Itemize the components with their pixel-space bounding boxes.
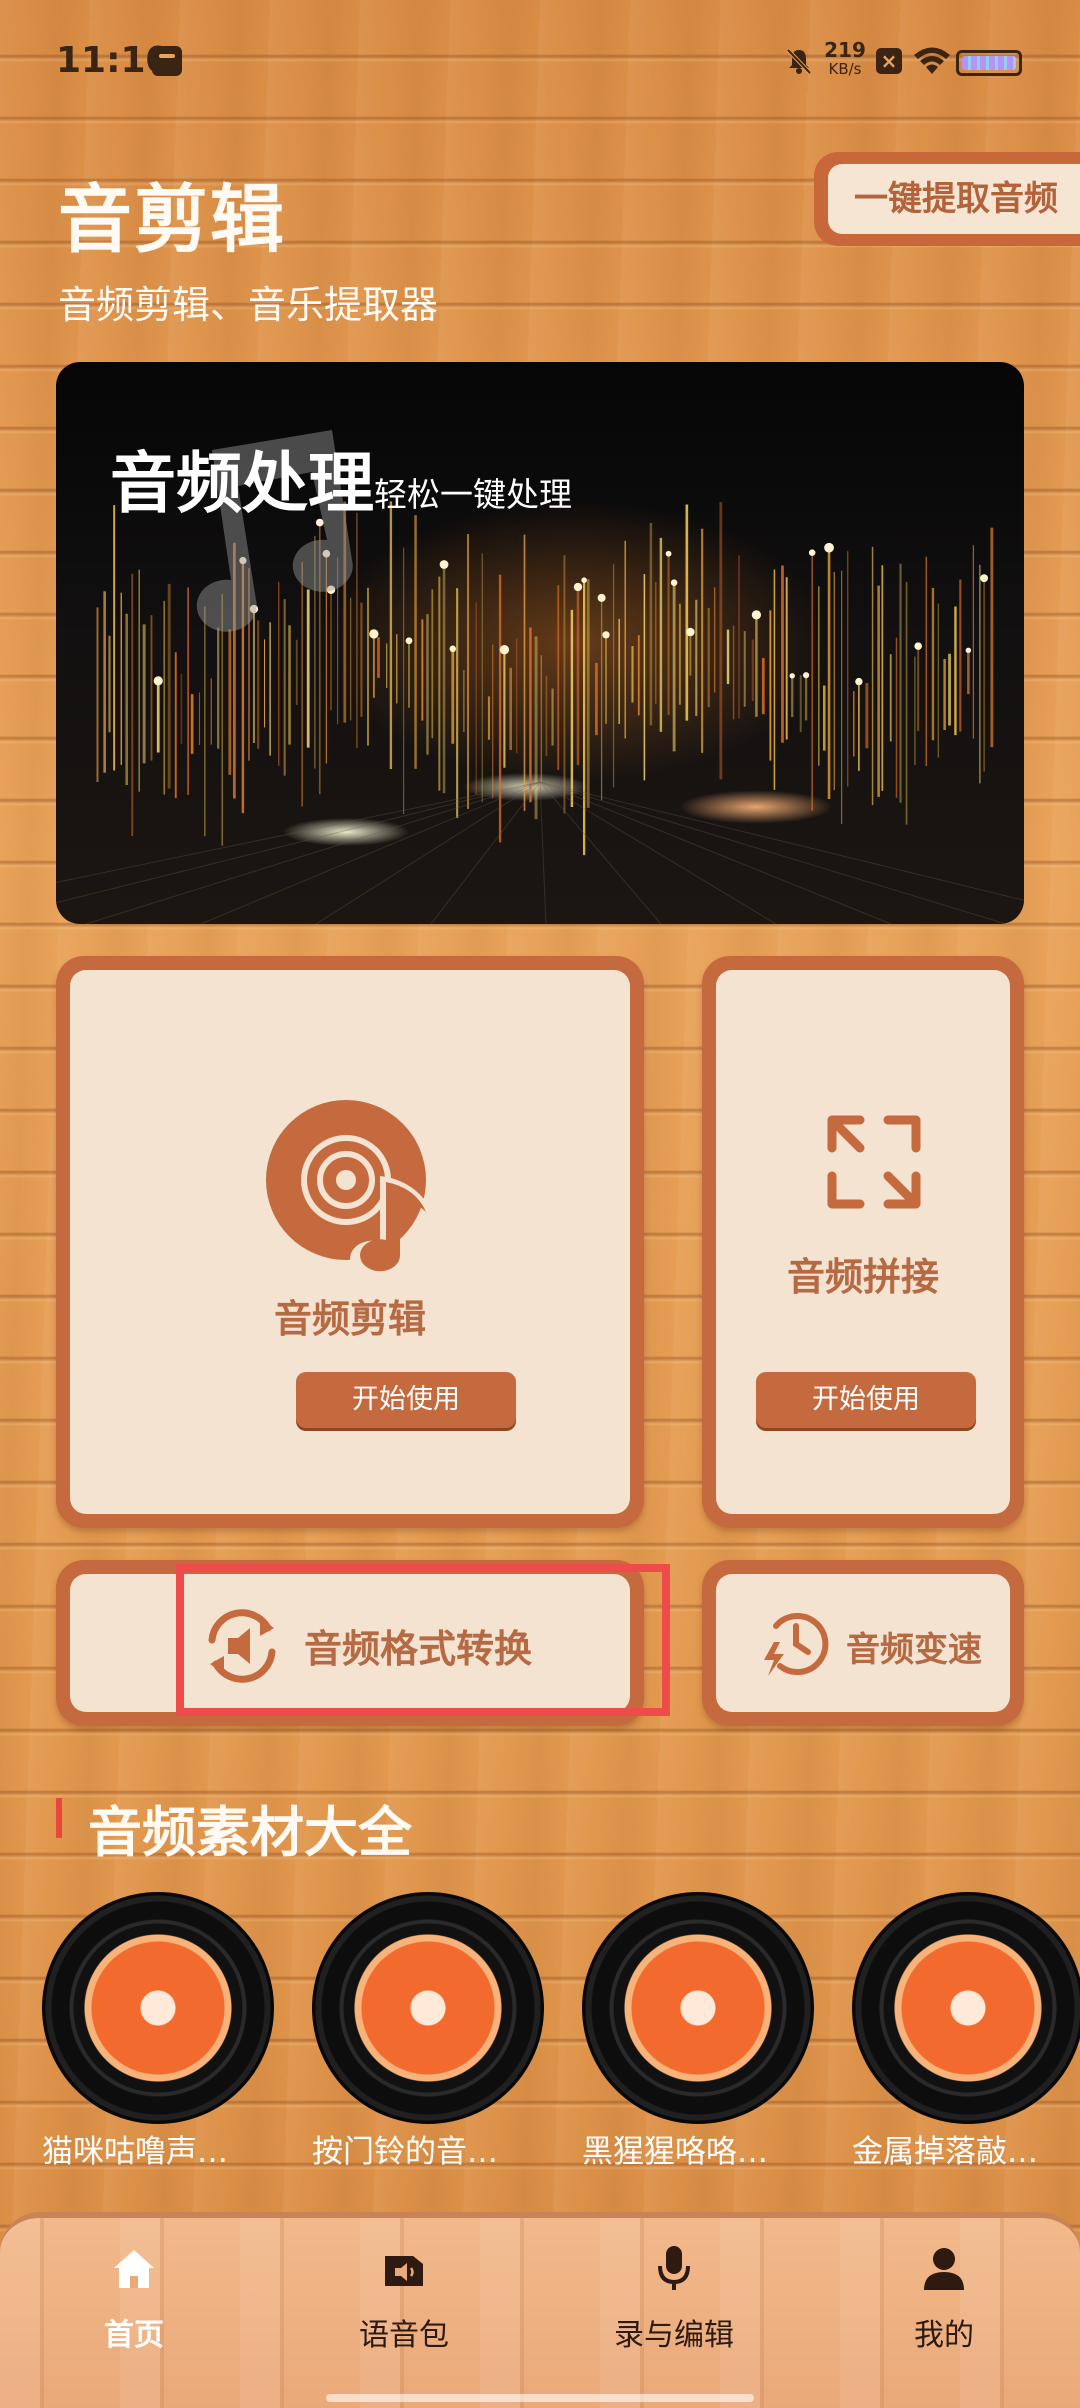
app-subtitle: 音频剪辑、音乐提取器 bbox=[58, 283, 439, 327]
network-speed-unit: KB/s bbox=[828, 60, 862, 78]
home-icon bbox=[114, 2250, 154, 2288]
audio-edit-card[interactable]: 音频剪辑 开始使用 bbox=[56, 956, 644, 1528]
vinyl-record-icon[interactable] bbox=[312, 1892, 544, 2124]
voice-pack-icon bbox=[385, 2256, 423, 2286]
nav-profile-label: 我的 bbox=[914, 2318, 974, 2353]
network-speed: 219 KB/s bbox=[820, 40, 870, 77]
vinyl-record-icon[interactable] bbox=[42, 1892, 274, 2124]
vinyl-record-icon[interactable] bbox=[582, 1892, 814, 2124]
speed-clock-icon bbox=[764, 1613, 829, 1676]
material-label[interactable]: 按门铃的音… bbox=[312, 2126, 552, 2171]
nav-home[interactable]: 首页 bbox=[34, 2244, 234, 2354]
banner-title: 音频处理 bbox=[110, 445, 374, 522]
nav-record-edit[interactable]: 录与编辑 bbox=[574, 2244, 774, 2354]
expand-arrows-icon bbox=[827, 1115, 921, 1209]
audio-join-card[interactable]: 音频拼接 开始使用 bbox=[702, 956, 1024, 1528]
x-notification-icon: × bbox=[876, 48, 902, 74]
nav-profile[interactable]: 我的 bbox=[844, 2244, 1044, 2354]
nav-voice-pack-label: 语音包 bbox=[359, 2318, 449, 2353]
audio-speed-card[interactable]: 音频变速 bbox=[702, 1560, 1024, 1726]
microphone-icon bbox=[658, 2246, 690, 2290]
highlight-box bbox=[176, 1564, 670, 1716]
material-label[interactable]: 金属掉落敲… bbox=[852, 2126, 1080, 2171]
material-label[interactable]: 黑猩猩咯咯… bbox=[582, 2126, 822, 2171]
section-accent-bar bbox=[56, 1798, 62, 1838]
audio-edit-label: 音频剪辑 bbox=[273, 1297, 426, 1341]
audio-join-start-button[interactable]: 开始使用 bbox=[756, 1372, 976, 1428]
audio-speed-label: 音频变速 bbox=[846, 1630, 982, 1670]
nav-record-edit-label: 录与编辑 bbox=[614, 2318, 734, 2353]
wifi-icon bbox=[914, 47, 950, 74]
nav-home-label: 首页 bbox=[104, 2318, 164, 2353]
home-indicator bbox=[326, 2394, 754, 2402]
battery-icon bbox=[956, 50, 1022, 76]
extract-audio-button-label: 一键提取音频 bbox=[828, 164, 1080, 234]
audio-edit-start-button[interactable]: 开始使用 bbox=[296, 1372, 516, 1428]
network-speed-value: 219 bbox=[824, 38, 866, 62]
audio-processing-banner[interactable]: 音频处理 轻松一键处理 bbox=[56, 362, 1024, 924]
profile-icon bbox=[924, 2248, 964, 2290]
vinyl-record-icon[interactable] bbox=[852, 1892, 1080, 2124]
extract-audio-button[interactable]: 一键提取音频 bbox=[814, 152, 1080, 246]
material-label[interactable]: 猫咪咕噜声… bbox=[42, 2126, 282, 2171]
audio-join-label: 音频拼接 bbox=[786, 1255, 939, 1299]
nav-voice-pack[interactable]: 语音包 bbox=[304, 2244, 504, 2354]
app-title: 音剪辑 bbox=[58, 177, 286, 263]
banner-subtitle: 轻松一键处理 bbox=[374, 475, 572, 514]
app-notification-icon bbox=[152, 46, 182, 76]
section-title: 音频素材大全 bbox=[88, 1801, 412, 1864]
disc-music-icon bbox=[266, 1100, 434, 1277]
bell-muted-icon bbox=[786, 48, 812, 75]
